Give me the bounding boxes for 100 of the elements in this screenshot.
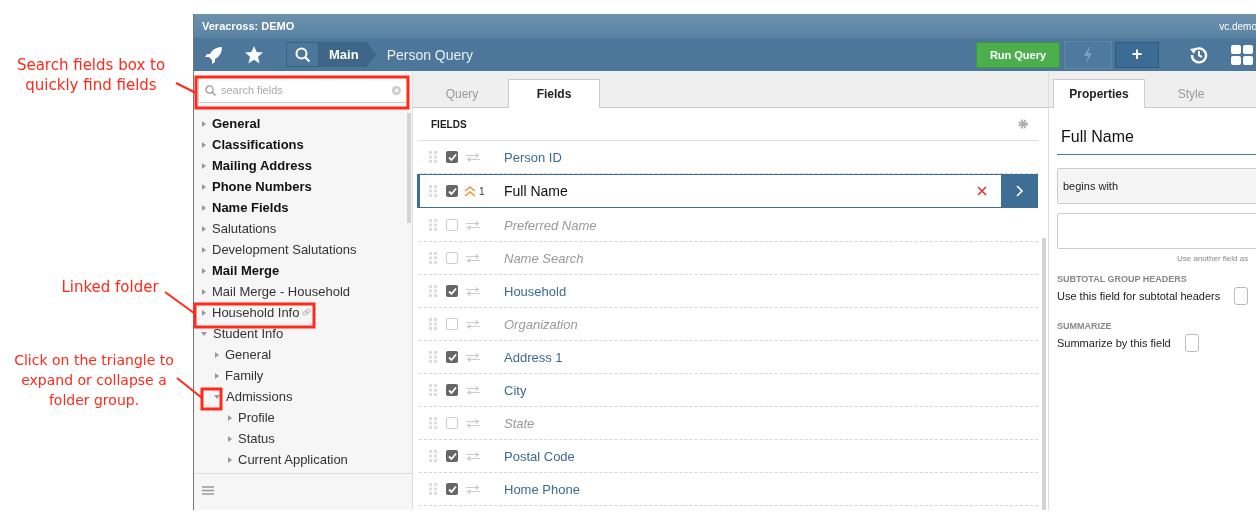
checkbox[interactable] <box>446 285 458 297</box>
triangle-icon[interactable] <box>202 141 206 148</box>
checkbox[interactable] <box>446 384 458 396</box>
checkbox[interactable] <box>446 151 458 163</box>
value-field[interactable] <box>1057 213 1256 249</box>
clear-icon[interactable] <box>392 86 401 95</box>
star-icon[interactable] <box>244 44 264 65</box>
folder-label[interactable]: Development Salutations <box>212 242 357 257</box>
drag-handle-icon[interactable] <box>429 151 437 163</box>
triangle-icon[interactable] <box>202 204 206 211</box>
field-name[interactable]: Person ID <box>504 149 1038 165</box>
grid-icon[interactable] <box>1231 44 1253 65</box>
checkbox[interactable] <box>446 450 458 462</box>
drag-handle-icon[interactable] <box>429 351 437 363</box>
triangle-icon[interactable] <box>228 435 232 442</box>
triangle-icon[interactable] <box>202 246 206 253</box>
triangle-icon[interactable] <box>228 414 232 421</box>
menu-icon[interactable] <box>202 485 214 495</box>
swap-arrows-icon[interactable] <box>466 451 480 461</box>
swap-arrows-icon[interactable] <box>466 152 480 162</box>
field-name[interactable]: Home Phone <box>504 481 1038 497</box>
annotation-text: Click on the triangle to expand or collapse a folder group. <box>14 351 174 410</box>
triangle-icon[interactable] <box>215 372 219 379</box>
checkbox[interactable] <box>446 417 458 429</box>
swap-arrows-icon[interactable] <box>466 253 480 263</box>
triangle-icon[interactable] <box>202 288 206 295</box>
sort-order: 1 <box>479 185 485 197</box>
breadcrumb-link[interactable]: Main <box>319 42 377 67</box>
folder-label[interactable]: Phone Numbers <box>212 179 312 194</box>
swap-arrows-icon[interactable] <box>466 220 480 230</box>
drag-handle-icon[interactable] <box>429 219 437 231</box>
drag-handle-icon[interactable] <box>429 285 437 297</box>
field-name[interactable]: Postal Code <box>504 448 1038 464</box>
triangle-icon[interactable] <box>202 309 206 316</box>
section-heading: SUBTOTAL GROUP HEADERS <box>1057 274 1188 284</box>
search-button[interactable] <box>286 42 319 67</box>
checkbox[interactable] <box>446 483 458 495</box>
tab[interactable]: Properties <box>1053 79 1145 108</box>
double-chevron-up-icon[interactable] <box>464 185 476 197</box>
folder-label[interactable]: Family <box>225 368 264 383</box>
field-name[interactable]: Address 1 <box>504 349 1038 365</box>
swap-arrows-icon[interactable] <box>466 352 480 362</box>
folder-label[interactable]: Status <box>238 431 275 446</box>
operator-dropdown[interactable]: begins with <box>1057 168 1256 204</box>
folder-label[interactable]: Household Info <box>212 305 300 320</box>
search-field[interactable]: search fields <box>198 77 408 103</box>
checkbox[interactable] <box>1184 334 1199 352</box>
triangle-icon[interactable] <box>202 225 206 232</box>
add-button[interactable]: + <box>1115 41 1159 68</box>
rocket-icon[interactable] <box>204 44 224 65</box>
drag-handle-icon[interactable] <box>429 417 437 429</box>
folder-label[interactable]: General <box>225 347 272 362</box>
folder-label[interactable]: Mailing Address <box>212 158 312 173</box>
swap-arrows-icon[interactable] <box>466 319 480 329</box>
triangle-icon[interactable] <box>214 394 220 399</box>
history-icon[interactable] <box>1189 44 1209 65</box>
folder-label[interactable]: General <box>212 116 261 131</box>
checkbox[interactable] <box>1234 287 1249 305</box>
drag-handle-icon[interactable] <box>429 483 437 495</box>
triangle-icon[interactable] <box>215 351 219 358</box>
checkbox[interactable] <box>446 219 458 231</box>
folder-label[interactable]: Current Application <box>238 452 348 467</box>
drag-handle-icon[interactable] <box>429 450 437 462</box>
folder-label[interactable]: Classifications <box>212 137 304 152</box>
remove-icon[interactable] <box>977 186 987 196</box>
checkbox[interactable] <box>446 351 458 363</box>
triangle-icon[interactable] <box>202 267 206 274</box>
drag-handle-icon[interactable] <box>429 185 437 197</box>
checkbox[interactable] <box>446 185 458 197</box>
swap-arrows-icon[interactable] <box>466 286 480 296</box>
field-name[interactable]: Full Name <box>504 183 977 199</box>
triangle-icon[interactable] <box>201 331 207 336</box>
details-button[interactable] <box>1001 175 1037 207</box>
folder-label[interactable]: Student Info <box>213 326 284 341</box>
checkbox[interactable] <box>446 252 458 264</box>
swap-arrows-icon[interactable] <box>466 484 480 494</box>
swap-arrows-icon[interactable] <box>466 385 480 395</box>
field-name[interactable]: Household <box>504 283 1038 299</box>
triangle-icon[interactable] <box>228 456 232 463</box>
selected-row[interactable]: 1 Full Name <box>417 174 1038 208</box>
tab[interactable]: Fields <box>508 79 600 108</box>
folder-label[interactable]: Mail Merge <box>212 263 280 278</box>
field-name[interactable]: City <box>504 382 1038 398</box>
triangle-icon[interactable] <box>202 162 206 169</box>
drag-handle-icon[interactable] <box>429 318 437 330</box>
lightning-button[interactable] <box>1064 40 1112 69</box>
section-heading: FIELDS <box>431 118 467 130</box>
folder-label[interactable]: Salutations <box>212 221 277 236</box>
search-icon <box>205 85 216 96</box>
swap-arrows-icon[interactable] <box>466 418 480 428</box>
folder-label[interactable]: Mail Merge - Household <box>212 284 350 299</box>
folder-label[interactable]: Admissions <box>226 389 293 404</box>
folder-label[interactable]: Profile <box>238 410 275 425</box>
triangle-icon[interactable] <box>202 120 206 127</box>
settings-icon[interactable] <box>1018 119 1028 129</box>
drag-handle-icon[interactable] <box>429 384 437 396</box>
checkbox[interactable] <box>446 318 458 330</box>
triangle-icon[interactable] <box>202 183 206 190</box>
folder-label[interactable]: Name Fields <box>212 200 289 215</box>
drag-handle-icon[interactable] <box>429 252 437 264</box>
